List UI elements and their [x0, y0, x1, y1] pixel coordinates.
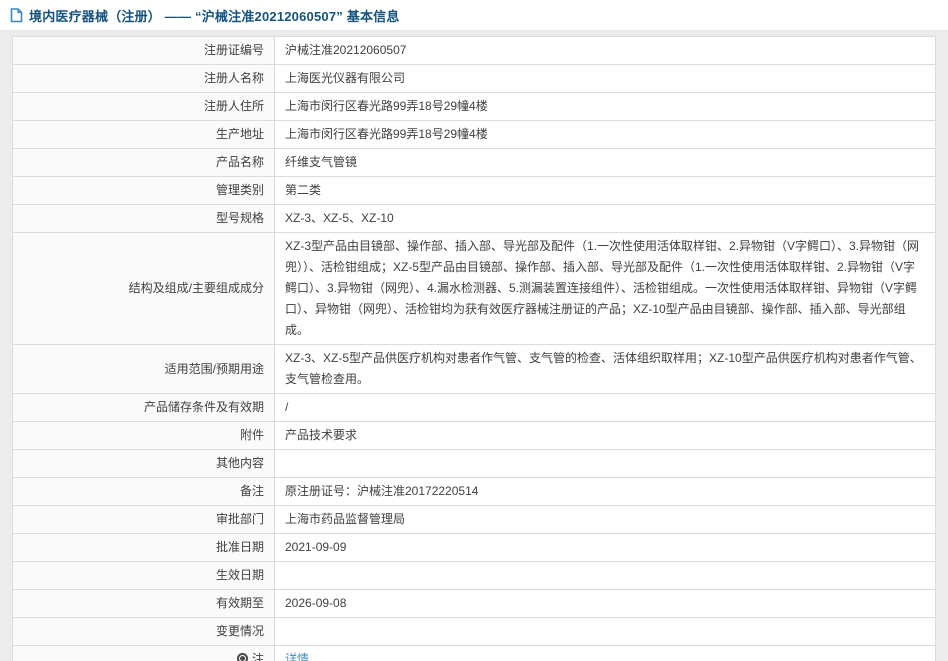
row-value: 上海市闵行区春光路99弄18号29幢4楼	[274, 120, 936, 149]
row-value: 产品技术要求	[274, 421, 936, 450]
row-label: 适用范围/预期用途	[12, 344, 275, 394]
row-value-text: XZ-3、XZ-5、XZ-10	[285, 211, 394, 225]
row-value-text: 原注册证号：沪械注准20172220514	[285, 484, 479, 498]
row-value: 上海医光仪器有限公司	[274, 64, 936, 93]
row-label: 注册人名称	[12, 64, 275, 93]
row-label: 其他内容	[12, 449, 275, 478]
table-row: 注册人名称 上海医光仪器有限公司	[12, 64, 936, 93]
row-label-text: 其他内容	[215, 456, 264, 470]
row-label: 生产地址	[12, 120, 275, 149]
row-label: 管理类别	[12, 176, 275, 205]
row-label-text: 附件	[239, 428, 264, 442]
table-row: 其他内容	[12, 449, 936, 478]
row-value-text: XZ-3、XZ-5型产品供医疗机构对患者作气管、支气管的检查、活体组织取样用；X…	[285, 351, 922, 386]
row-label: 产品储存条件及有效期	[12, 393, 275, 422]
table-row: 有效期至 2026-09-08	[12, 589, 936, 618]
table-row: 产品名称 纤维支气管镜	[12, 148, 936, 177]
row-label: 有效期至	[12, 589, 275, 618]
row-label-text: 注册证编号	[203, 43, 264, 57]
row-value: XZ-3型产品由目镜部、操作部、插入部、导光部及配件（1.一次性使用活体取样钳、…	[274, 232, 936, 345]
row-label-text: 审批部门	[215, 512, 264, 526]
row-value: 上海市药品监督管理局	[274, 505, 936, 534]
row-value-text: 第二类	[285, 183, 322, 197]
row-value	[274, 617, 936, 646]
row-value: 原注册证号：沪械注准20172220514	[274, 477, 936, 506]
table-row: 生产地址 上海市闵行区春光路99弄18号29幢4楼	[12, 120, 936, 149]
row-label-text: 变更情况	[215, 624, 264, 638]
row-label-text: 备注	[239, 484, 264, 498]
row-value: 2021-09-09	[274, 533, 936, 562]
row-value-text: 上海医光仪器有限公司	[285, 71, 406, 85]
row-label-text: 产品名称	[215, 155, 264, 169]
row-value-text: 2021-09-09	[285, 540, 347, 554]
row-value-text: 上海市闵行区春光路99弄18号29幢4楼	[285, 99, 488, 113]
table-row: 注册证编号 沪械注准20212060507	[12, 36, 936, 65]
row-value-text: 上海市药品监督管理局	[285, 512, 406, 526]
note-icon	[236, 653, 248, 661]
table-row: 备注 原注册证号：沪械注准20172220514	[12, 477, 936, 506]
row-value: XZ-3、XZ-5、XZ-10	[274, 204, 936, 233]
row-label: 结构及组成/主要组成成分	[12, 232, 275, 345]
row-label-text: 生效日期	[215, 568, 264, 582]
row-value: /	[274, 393, 936, 422]
row-value: 上海市闵行区春光路99弄18号29幢4楼	[274, 92, 936, 121]
row-value-text: 纤维支气管镜	[285, 155, 358, 169]
page-header: 境内医疗器械（注册） —— “沪械注准20212060507” 基本信息	[0, 0, 948, 31]
row-value-text: 产品技术要求	[285, 428, 358, 442]
row-value: 纤维支气管镜	[274, 148, 936, 177]
table-row: 型号规格 XZ-3、XZ-5、XZ-10	[12, 204, 936, 233]
row-value	[274, 449, 936, 478]
row-label: 审批部门	[12, 505, 275, 534]
table-row: 附件 产品技术要求	[12, 421, 936, 450]
row-label-text: 管理类别	[215, 183, 264, 197]
table-row: 结构及组成/主要组成成分 XZ-3型产品由目镜部、操作部、插入部、导光部及配件（1…	[12, 232, 936, 345]
table-row: 审批部门 上海市药品监督管理局	[12, 505, 936, 534]
row-label: 注册证编号	[12, 36, 275, 65]
table-row: 变更情况	[12, 617, 936, 646]
row-label: 注	[12, 645, 275, 661]
row-label: 注册人住所	[12, 92, 275, 121]
row-label-text: 注	[251, 652, 264, 661]
row-label-text: 产品储存条件及有效期	[143, 400, 264, 414]
table-row: 适用范围/预期用途 XZ-3、XZ-5型产品供医疗机构对患者作气管、支气管的检查、…	[12, 344, 936, 394]
row-value: XZ-3、XZ-5型产品供医疗机构对患者作气管、支气管的检查、活体组织取样用；X…	[274, 344, 936, 394]
row-value-text: XZ-3型产品由目镜部、操作部、插入部、导光部及配件（1.一次性使用活体取样钳、…	[285, 239, 920, 337]
row-label-text: 型号规格	[215, 211, 264, 225]
table-row: 管理类别 第二类	[12, 176, 936, 205]
row-label: 产品名称	[12, 148, 275, 177]
row-label-text: 注册人住所	[203, 99, 264, 113]
info-table: 注册证编号 沪械注准20212060507 注册人名称 上海医光仪器有限公司注册人住所…	[12, 36, 936, 661]
row-value-text: 2026-09-08	[285, 596, 347, 610]
row-label: 附件	[12, 421, 275, 450]
info-panel: 注册证编号 沪械注准20212060507 注册人名称 上海医光仪器有限公司注册人住所…	[12, 36, 936, 661]
document-icon	[10, 7, 23, 23]
row-value-text: 沪械注准20212060507	[285, 43, 407, 57]
row-label-text: 批准日期	[215, 540, 264, 554]
row-label-text: 生产地址	[215, 127, 264, 141]
row-label-text: 注册人名称	[203, 71, 264, 85]
row-value: 2026-09-08	[274, 589, 936, 618]
table-row: 产品储存条件及有效期 /	[12, 393, 936, 422]
row-value: 详情	[274, 645, 936, 661]
detail-link[interactable]: 详情	[285, 652, 309, 661]
row-label-text: 适用范围/预期用途	[164, 361, 264, 376]
row-label-text: 结构及组成/主要组成成分	[128, 281, 264, 295]
row-label-text: 有效期至	[215, 596, 264, 610]
table-row: 注 详情	[12, 645, 936, 661]
row-value: 沪械注准20212060507	[274, 36, 936, 65]
table-row: 注册人住所 上海市闵行区春光路99弄18号29幢4楼	[12, 92, 936, 121]
info-table-body: 注册证编号 沪械注准20212060507 注册人名称 上海医光仪器有限公司注册人住所…	[12, 36, 936, 661]
page-title: 境内医疗器械（注册） —— “沪械注准20212060507” 基本信息	[29, 8, 400, 24]
row-value-text: 上海市闵行区春光路99弄18号29幢4楼	[285, 127, 488, 141]
row-label: 型号规格	[12, 204, 275, 233]
table-row: 批准日期 2021-09-09	[12, 533, 936, 562]
row-label: 变更情况	[12, 617, 275, 646]
table-row: 生效日期	[12, 561, 936, 590]
row-value-text: /	[285, 400, 289, 414]
row-label: 批准日期	[12, 533, 275, 562]
row-value	[274, 561, 936, 590]
row-label: 生效日期	[12, 561, 275, 590]
row-label: 备注	[12, 477, 275, 506]
row-value: 第二类	[274, 176, 936, 205]
